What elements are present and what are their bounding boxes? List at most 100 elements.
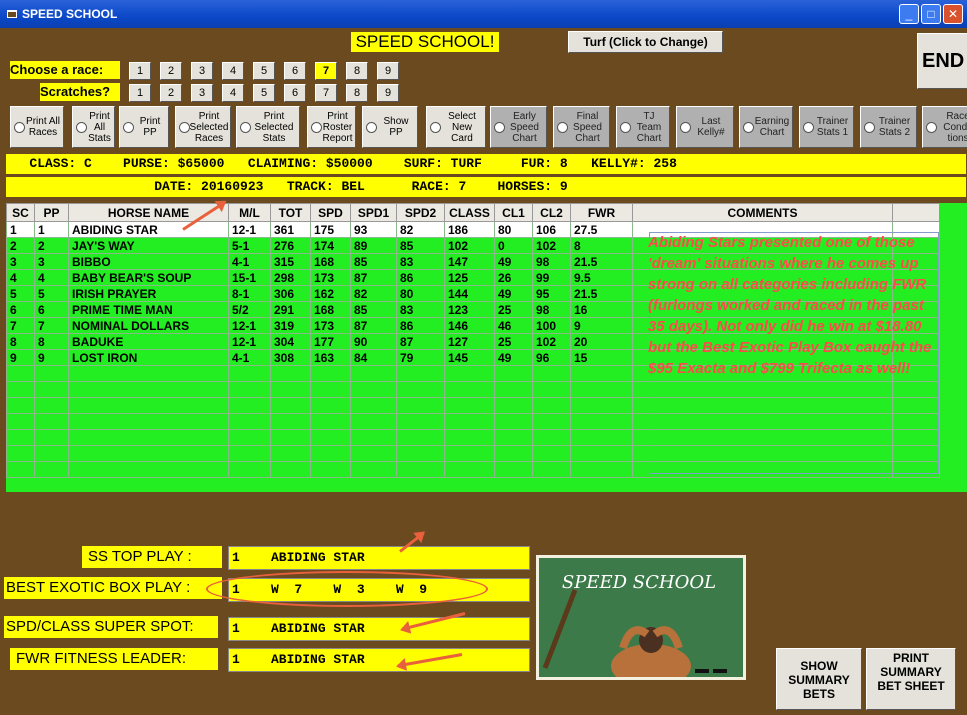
cell-pp: 6 <box>34 301 69 318</box>
option-label: Select New Card <box>448 110 476 144</box>
radio-icon[interactable] <box>557 122 568 133</box>
option-trainer-stats-1[interactable]: Trainer Stats 1 <box>799 106 854 148</box>
option-trainer-stats-2[interactable]: Trainer Stats 2 <box>860 106 917 148</box>
radio-icon[interactable] <box>494 122 505 133</box>
col-header-pp[interactable]: PP <box>34 203 69 222</box>
cell-fwr: 8 <box>570 237 633 254</box>
option-show-pp[interactable]: Show PP <box>362 106 418 148</box>
race-button-9[interactable]: 9 <box>377 62 399 80</box>
col-header-sc[interactable]: SC <box>6 203 35 222</box>
race-button-7[interactable]: 7 <box>315 62 337 80</box>
radio-icon[interactable] <box>311 122 322 133</box>
scratch-button-7[interactable]: 7 <box>315 84 337 102</box>
col-header-class[interactable]: CLASS <box>444 203 495 222</box>
turf-toggle-button[interactable]: Turf (Click to Change) <box>568 31 723 53</box>
radio-icon[interactable] <box>803 122 814 133</box>
cell-pp: 5 <box>34 285 69 302</box>
race-button-5[interactable]: 5 <box>253 62 275 80</box>
col-header-tot[interactable]: TOT <box>270 203 311 222</box>
scratch-button-2[interactable]: 2 <box>160 84 182 102</box>
option-select-new-card[interactable]: Select New Card <box>426 106 486 148</box>
empty-cell <box>6 445 35 462</box>
scratch-button-6[interactable]: 6 <box>284 84 306 102</box>
end-button[interactable]: END <box>917 33 967 89</box>
radio-icon[interactable] <box>14 122 25 133</box>
option-print-all-stats[interactable]: Print All Stats <box>72 106 115 148</box>
option-tj-team-chart[interactable]: TJ Team Chart <box>616 106 670 148</box>
scratch-button-4[interactable]: 4 <box>222 84 244 102</box>
logo-text: SPEED SCHOOL <box>562 572 716 593</box>
choose-race-label: Choose a race: <box>10 61 120 79</box>
col-header-spd1[interactable]: SPD1 <box>350 203 397 222</box>
radio-icon[interactable] <box>926 122 937 133</box>
empty-cell <box>34 429 69 446</box>
option-print-selected-stats[interactable]: Print Selected Stats <box>236 106 300 148</box>
print-summary-bet-sheet-button[interactable]: PRINT SUMMARY BET SHEET <box>866 648 956 710</box>
option-final-speed-chart[interactable]: Final Speed Chart <box>553 106 610 148</box>
scratch-button-1[interactable]: 1 <box>129 84 151 102</box>
radio-icon[interactable] <box>430 122 441 133</box>
scratch-button-8[interactable]: 8 <box>346 84 368 102</box>
cell-spd: 168 <box>310 253 351 270</box>
col-header-cl1[interactable]: CL1 <box>494 203 533 222</box>
empty-cell <box>570 461 633 478</box>
race-button-6[interactable]: 6 <box>284 62 306 80</box>
empty-cell <box>350 461 397 478</box>
cell-sc: 4 <box>6 269 35 286</box>
radio-icon[interactable] <box>123 122 134 133</box>
radio-icon[interactable] <box>864 122 875 133</box>
empty-cell <box>396 429 445 446</box>
option-print-all-races[interactable]: Print All Races <box>10 106 64 148</box>
scratch-button-9[interactable]: 9 <box>377 84 399 102</box>
empty-cell <box>310 381 351 398</box>
race-button-1[interactable]: 1 <box>129 62 151 80</box>
cell-cl2: 96 <box>532 349 571 366</box>
option-earning-chart[interactable]: Earning Chart <box>739 106 793 148</box>
radio-icon[interactable] <box>743 122 754 133</box>
option-label: Trainer Stats 2 <box>878 116 911 138</box>
option-label: Trainer Stats 1 <box>816 116 849 138</box>
col-header-spd[interactable]: SPD <box>310 203 351 222</box>
option-early-speed-chart[interactable]: Early Speed Chart <box>490 106 547 148</box>
cell-spd2: 87 <box>396 333 445 350</box>
empty-cell <box>270 429 311 446</box>
minimize-button[interactable]: _ <box>899 4 919 24</box>
close-button[interactable]: ✕ <box>943 4 963 24</box>
cell-horse-name: BABY BEAR'S SOUP <box>68 269 229 286</box>
show-summary-bets-button[interactable]: SHOW SUMMARY BETS <box>776 648 862 710</box>
col-header-comments[interactable]: COMMENTS <box>632 203 893 222</box>
option-print-pp[interactable]: Print PP <box>119 106 169 148</box>
empty-cell <box>350 429 397 446</box>
radio-icon[interactable] <box>240 122 251 133</box>
maximize-button[interactable]: □ <box>921 4 941 24</box>
option-print-roster-report[interactable]: Print Roster Report <box>307 106 356 148</box>
radio-icon[interactable] <box>366 122 377 133</box>
empty-cell <box>228 365 271 382</box>
race-button-4[interactable]: 4 <box>222 62 244 80</box>
cell-horse-name: BADUKE <box>68 333 229 350</box>
option-print-selected-races[interactable]: Print Selected Races <box>175 106 231 148</box>
print-summary-label: PRINT SUMMARY BET SHEET <box>877 651 945 693</box>
col-header-spd2[interactable]: SPD2 <box>396 203 445 222</box>
radio-icon[interactable] <box>179 122 190 133</box>
radio-icon[interactable] <box>680 122 691 133</box>
option-last-kelly-[interactable]: Last Kelly# <box>676 106 734 148</box>
scratch-button-3[interactable]: 3 <box>191 84 213 102</box>
cell-spd: 163 <box>310 349 351 366</box>
race-button-2[interactable]: 2 <box>160 62 182 80</box>
cell-class: 144 <box>444 285 495 302</box>
col-header-fwr[interactable]: FWR <box>570 203 633 222</box>
empty-cell <box>444 445 495 462</box>
radio-icon[interactable] <box>620 122 631 133</box>
cell-horse-name: ABIDING STAR <box>68 221 229 238</box>
race-button-3[interactable]: 3 <box>191 62 213 80</box>
option-race-condi-tions[interactable]: Race Condi-tions <box>922 106 967 148</box>
radio-icon[interactable] <box>76 122 87 133</box>
empty-cell <box>444 381 495 398</box>
col-header-m-l[interactable]: M/L <box>228 203 271 222</box>
race-button-8[interactable]: 8 <box>346 62 368 80</box>
race-info-line-2: DATE: 20160923 TRACK: BEL RACE: 7 HORSES… <box>6 177 966 197</box>
scratch-button-5[interactable]: 5 <box>253 84 275 102</box>
col-header-cl2[interactable]: CL2 <box>532 203 571 222</box>
option-label: Print All Stats <box>88 110 111 144</box>
